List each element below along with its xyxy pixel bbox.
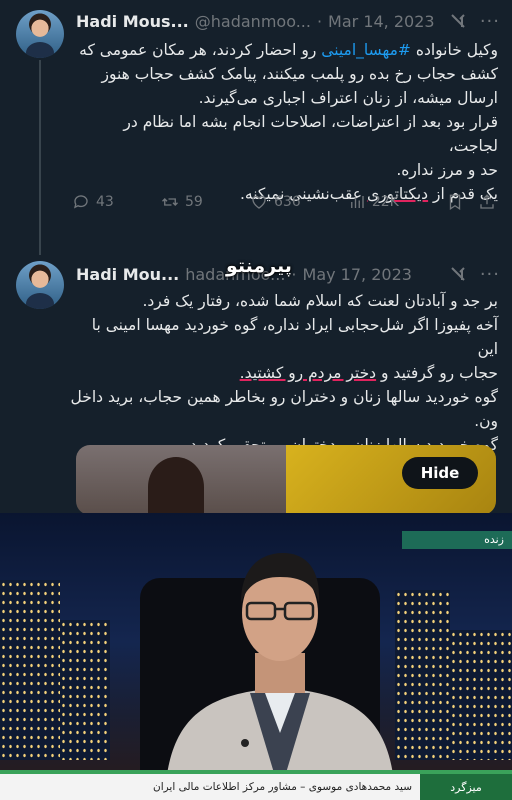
media-image-left xyxy=(76,445,286,515)
tweet-text: بر جد و آبادتان لعنت که اسلام شما شده، ر… xyxy=(70,289,498,457)
tweet-date[interactable]: Mar 14, 2023 xyxy=(328,12,435,31)
underlined-text: دختر مردم رو کشتید. xyxy=(239,364,377,382)
city-building xyxy=(450,630,512,760)
retweet-button[interactable]: 59 xyxy=(161,193,203,211)
thread-line xyxy=(39,60,41,255)
tweet-media[interactable]: Hide xyxy=(76,445,496,515)
lower-third: سید محمدهادی موسوی – مشاور مرکز اطلاعات … xyxy=(0,774,512,800)
program-label: میزگرد xyxy=(420,774,512,800)
separator-dot: · xyxy=(291,264,297,284)
like-button[interactable]: 636 xyxy=(250,193,301,211)
live-tag: زنده xyxy=(402,531,512,549)
grok-icon[interactable] xyxy=(450,266,466,282)
author-handle[interactable]: @hadanmoo... xyxy=(195,12,311,31)
text-line: وکیل خانواده xyxy=(410,41,498,59)
text-line: گوه خوردید سالها زنان و دختران رو بخاطر … xyxy=(70,388,498,406)
tweet-2[interactable]: Hadi Mou... hadanmoo... · May 17, 2023 ·… xyxy=(0,255,512,515)
author-name[interactable]: Hadi Mous... xyxy=(76,12,189,31)
text-line: ارسال میشه، از زنان اعتراف اجباری می‌گیر… xyxy=(198,89,498,107)
text-line: رو احضار کردند، هر مکان عمومی که xyxy=(79,41,322,59)
retweet-count: 59 xyxy=(184,194,203,210)
views-icon xyxy=(350,196,364,208)
tweet-date[interactable]: May 17, 2023 xyxy=(303,265,412,284)
guest-caption: سید محمدهادی موسوی – مشاور مرکز اطلاعات … xyxy=(153,781,412,793)
retweet-icon xyxy=(161,198,178,206)
guest-person xyxy=(165,553,395,793)
city-building xyxy=(0,580,60,760)
tweet-header: Hadi Mou... hadanmoo... · May 17, 2023 ·… xyxy=(76,255,500,285)
text-line: ون. xyxy=(474,412,498,430)
heart-icon xyxy=(252,195,266,209)
hashtag-link[interactable]: #مهسا_امینی xyxy=(321,41,411,59)
tweet-extra-actions xyxy=(446,193,496,211)
avatar[interactable] xyxy=(16,261,64,309)
share-icon[interactable] xyxy=(478,193,496,211)
text-line: حجاب رو گرفتید و xyxy=(376,364,498,382)
tweet-1[interactable]: Hadi Mous... @hadanmoo... · Mar 14, 2023… xyxy=(0,0,512,255)
tv-screenshot: زنده سید محمدهادی موسوی – مشاور مرکز اطل… xyxy=(0,513,512,800)
author-name[interactable]: Hadi Mou... xyxy=(76,265,179,284)
separator-dot: · xyxy=(316,11,323,31)
text-line: کشف حجاب رخ بده رو پلمب میکنند، پیامک کش… xyxy=(101,65,499,83)
grok-icon[interactable] xyxy=(450,13,466,29)
text-line: آخه پفیوزا اگر شل‌حجابی ایراد نداره، گوه… xyxy=(91,316,498,358)
more-icon[interactable]: ··· xyxy=(480,11,500,32)
tweet-actions: 43 59 636 22K xyxy=(72,190,496,214)
views-button[interactable]: 22K xyxy=(348,193,399,211)
like-count: 636 xyxy=(273,194,301,210)
bookmark-icon[interactable] xyxy=(446,193,464,211)
hide-button[interactable]: Hide xyxy=(402,457,478,489)
more-icon[interactable]: ··· xyxy=(480,264,500,285)
text-line: قرار بود بعد از اعتراضات، اصلاحات انجام … xyxy=(123,113,498,155)
city-building xyxy=(60,620,110,760)
avatar[interactable] xyxy=(16,10,64,58)
channel-watermark: پیرمنتو xyxy=(226,255,292,277)
reply-button[interactable]: 43 xyxy=(72,193,114,211)
reply-count: 43 xyxy=(96,194,114,210)
views-count: 22K xyxy=(371,194,399,210)
tweet-header: Hadi Mous... @hadanmoo... · Mar 14, 2023… xyxy=(76,10,500,32)
tweet-text: وکیل خانواده #مهسا_امینی رو احضار کردند،… xyxy=(70,38,498,206)
text-line: بر جد و آبادتان لعنت که اسلام شما شده، ر… xyxy=(142,292,498,310)
reply-icon xyxy=(73,195,88,209)
text-line: حد و مرز نداره. xyxy=(396,161,498,179)
